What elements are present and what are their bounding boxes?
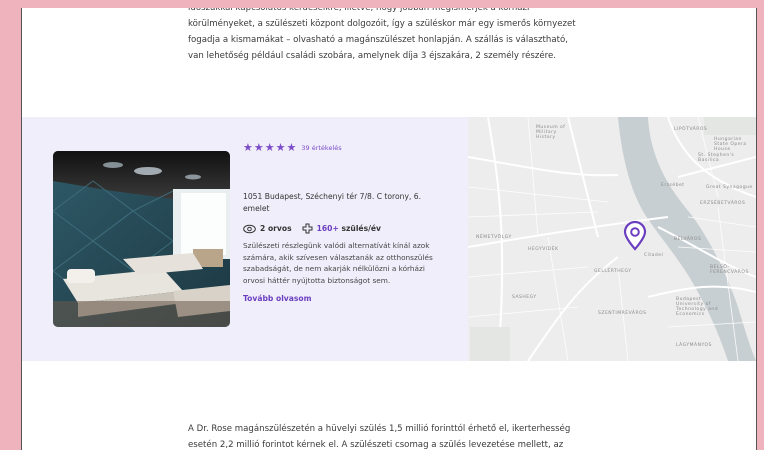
map-label: Hungarian State Opera House bbox=[714, 137, 747, 152]
intro-line: időszakkal kapcsolatos kérdéseikre, ille… bbox=[188, 8, 530, 13]
births-stat: 160+ szülés/év bbox=[302, 223, 381, 234]
outro-line: esetén 2,2 millió forintot kérnek el. A … bbox=[188, 440, 564, 450]
map-label: Citadel bbox=[644, 253, 664, 258]
map-label: SASHEGY bbox=[512, 295, 537, 300]
map-label: GELLÉRTHEGY bbox=[594, 269, 632, 274]
clinic-room-photo bbox=[53, 151, 230, 327]
read-more-link[interactable]: Tovább olvasom bbox=[243, 294, 443, 303]
intro-line: fogadja a kismamákat – olvasható a magán… bbox=[188, 35, 568, 45]
map-label: LÁGYMÁNYOS bbox=[676, 343, 712, 348]
clinic-description: Szülészeti részlegünk valódi alternatívá… bbox=[243, 241, 433, 285]
map-label: Erzsébet bbox=[661, 183, 685, 188]
star-icon: ★ bbox=[243, 141, 253, 154]
map-label: St. Stephen's Basilica bbox=[698, 153, 735, 163]
clinic-info: ★ ★ ★ ★ ★ 39 értékelés 1051 Budapest, Sz… bbox=[243, 141, 443, 303]
article-page: időszakkal kapcsolatos kérdéseikre, ille… bbox=[21, 8, 757, 450]
map-label: LIPÓTVÁROS bbox=[674, 127, 708, 132]
map-label: Great Synagogue bbox=[706, 185, 753, 190]
map-label: BELSŐ-FERENCVÁROS bbox=[710, 265, 749, 275]
map-label: SZENTIMREVÁROS bbox=[598, 311, 647, 316]
births-count: 160+ bbox=[316, 224, 339, 233]
star-icon: ★ bbox=[275, 141, 286, 154]
rating-count-link[interactable]: 39 értékelés bbox=[301, 144, 341, 152]
map-label: HEGYVIDÉK bbox=[528, 247, 559, 252]
rating: ★ ★ ★ ★ ★ 39 értékelés bbox=[243, 141, 443, 155]
clinic-address: 1051 Budapest, Széchenyi tér 7/8. C toro… bbox=[243, 192, 422, 213]
map-label: Budapest University of Technology and Ec… bbox=[676, 297, 719, 317]
map-label: NÉMETVÖLGY bbox=[476, 235, 512, 240]
intro-paragraph: időszakkal kapcsolatos kérdéseikre, ille… bbox=[188, 8, 608, 64]
intro-line: körülményeket, a szülészeti központ dolg… bbox=[188, 19, 576, 29]
clinic-stats: 2 orvos 160+ szülés/év bbox=[243, 223, 443, 234]
births-label: szülés/év bbox=[341, 224, 381, 233]
doctors-label: orvos bbox=[267, 224, 292, 233]
map-label: ERZSÉBETVÁROS bbox=[700, 201, 746, 206]
hospital-room-image bbox=[53, 151, 230, 327]
map-label: BELVÁROS bbox=[674, 237, 702, 242]
location-pin-icon[interactable] bbox=[622, 221, 648, 251]
outro-paragraph: A Dr. Rose magánszülészetén a hüvelyi sz… bbox=[188, 421, 608, 450]
medical-cross-icon bbox=[302, 223, 313, 234]
stethoscope-eye-icon bbox=[243, 224, 256, 233]
map-label: Museum of Military History bbox=[536, 125, 566, 140]
star-icon: ★ bbox=[264, 141, 275, 154]
doctors-count: 2 bbox=[260, 224, 266, 233]
outro-line: A Dr. Rose magánszülészetén a hüvelyi sz… bbox=[188, 424, 571, 434]
star-icon: ★ bbox=[286, 141, 297, 154]
star-icon: ★ bbox=[253, 141, 264, 154]
intro-line: van lehetőség például családi szobára, a… bbox=[188, 51, 557, 61]
doctors-stat: 2 orvos bbox=[243, 224, 292, 234]
clinic-card: ★ ★ ★ ★ ★ 39 értékelés 1051 Budapest, Sz… bbox=[22, 117, 756, 361]
location-map[interactable]: Museum of Military History LIPÓTVÁROS Hu… bbox=[468, 117, 756, 361]
